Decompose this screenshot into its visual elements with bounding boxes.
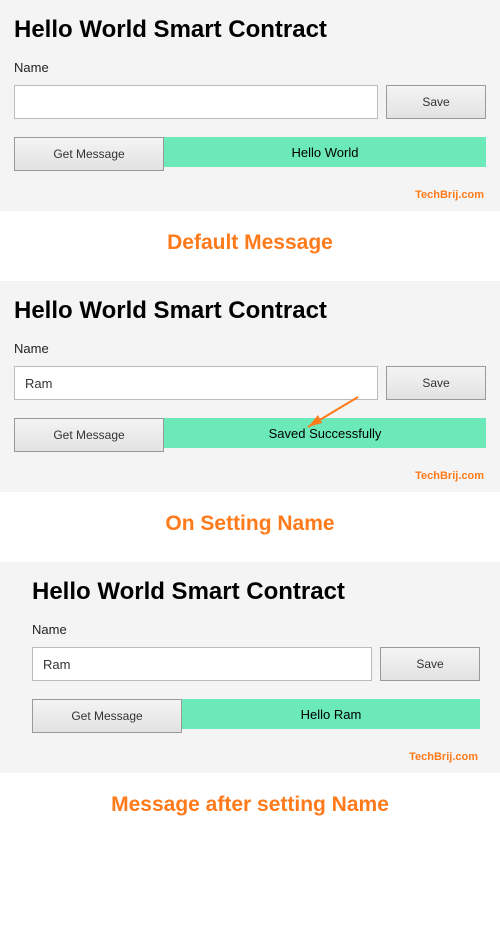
result-box: Saved Successfully (164, 418, 486, 448)
panel-default: Hello World Smart Contract Name Save Get… (0, 0, 500, 211)
page-title: Hello World Smart Contract (14, 297, 486, 325)
save-button[interactable]: Save (386, 366, 486, 400)
name-input[interactable] (14, 85, 378, 119)
input-row: Save (14, 85, 486, 119)
get-message-button[interactable]: Get Message (14, 137, 164, 171)
save-button[interactable]: Save (386, 85, 486, 119)
result-row: Get Message Hello Ram (32, 699, 480, 733)
page-title: Hello World Smart Contract (14, 16, 486, 44)
name-input[interactable] (14, 366, 378, 400)
panel-after-set: Hello World Smart Contract Name Save Get… (0, 562, 500, 773)
panel-saved: Hello World Smart Contract Name Save Get… (0, 281, 500, 492)
caption-after-set: Message after setting Name (0, 773, 500, 843)
page-title: Hello World Smart Contract (32, 578, 480, 606)
input-row: Save (14, 366, 486, 400)
save-button[interactable]: Save (380, 647, 480, 681)
name-label: Name (14, 60, 486, 75)
name-input[interactable] (32, 647, 372, 681)
watermark: TechBrij.com (32, 751, 480, 763)
result-box: Hello World (164, 137, 486, 167)
watermark: TechBrij.com (14, 470, 486, 482)
input-row: Save (32, 647, 480, 681)
result-box: Hello Ram (182, 699, 480, 729)
result-row: Get Message Saved Successfully (14, 418, 486, 452)
name-label: Name (32, 622, 480, 637)
get-message-button[interactable]: Get Message (32, 699, 182, 733)
name-label: Name (14, 341, 486, 356)
watermark: TechBrij.com (14, 189, 486, 201)
caption-saved: On Setting Name (0, 492, 500, 562)
result-row: Get Message Hello World (14, 137, 486, 171)
get-message-button[interactable]: Get Message (14, 418, 164, 452)
caption-default: Default Message (0, 211, 500, 281)
